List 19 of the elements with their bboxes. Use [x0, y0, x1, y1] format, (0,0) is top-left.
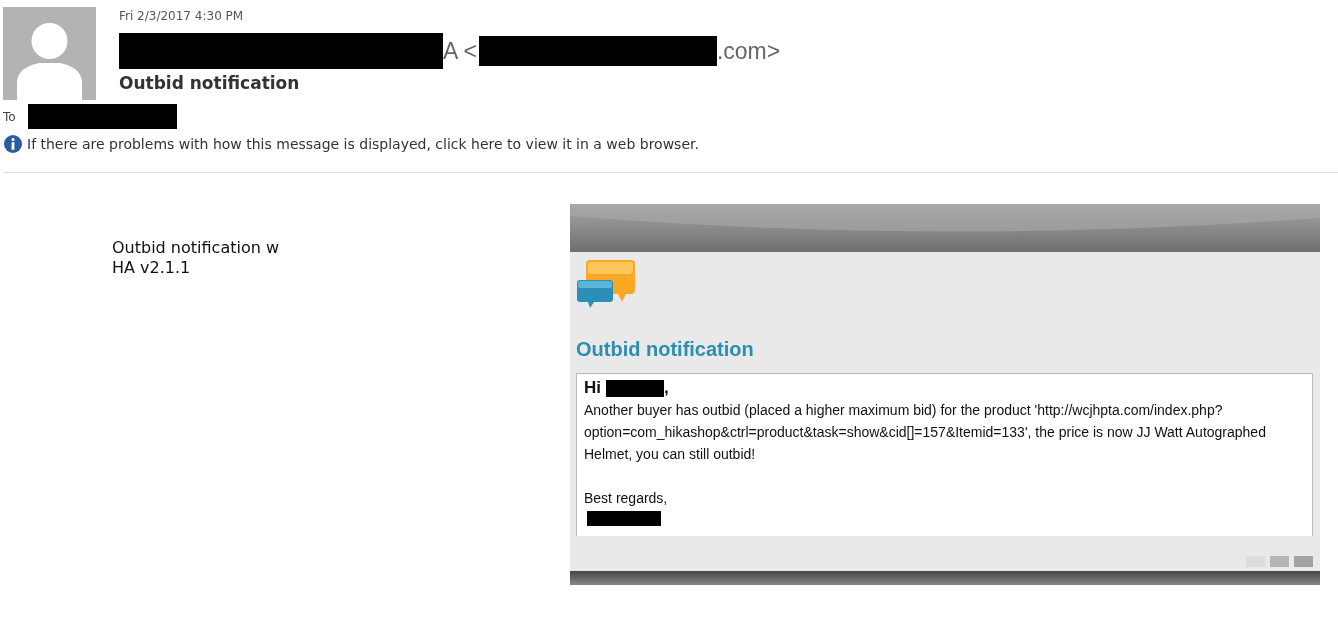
to-label: To — [3, 109, 16, 124]
sender-domain: .com> — [716, 37, 781, 65]
square-icon — [1270, 556, 1289, 567]
message-subject: Outbid notification — [119, 73, 301, 93]
closing-text: Best regards, — [584, 489, 669, 508]
note-text: Outbid notification w — [112, 238, 279, 258]
sender-text: A < — [443, 37, 477, 65]
note-text: HA v2.1.1 — [112, 258, 191, 278]
sent-date: Fri 2/3/2017 4:30 PM — [119, 9, 245, 23]
avatar-icon — [3, 7, 96, 100]
info-icon — [4, 135, 22, 153]
redaction-block — [606, 379, 664, 397]
info-message[interactable]: If there are problems with how this message is displayed, click here to view it in a web browser. — [27, 136, 699, 152]
greeting: Hi — [584, 377, 601, 399]
chat-bubbles-icon — [576, 258, 638, 308]
square-icon — [1294, 556, 1313, 567]
email-heading: Outbid notification — [576, 338, 754, 361]
message-body: Another buyer has outbid (placed a higher maximum bid) for the product 'http://wcjhpta.com/index.php?option=com_hikashop&ctrl=product&task=show&cid[]=157&Itemid=133', the price is now JJ Watt Autographed Helmet, you can still outbid! — [584, 401, 1267, 464]
greeting-comma: , — [664, 377, 669, 399]
